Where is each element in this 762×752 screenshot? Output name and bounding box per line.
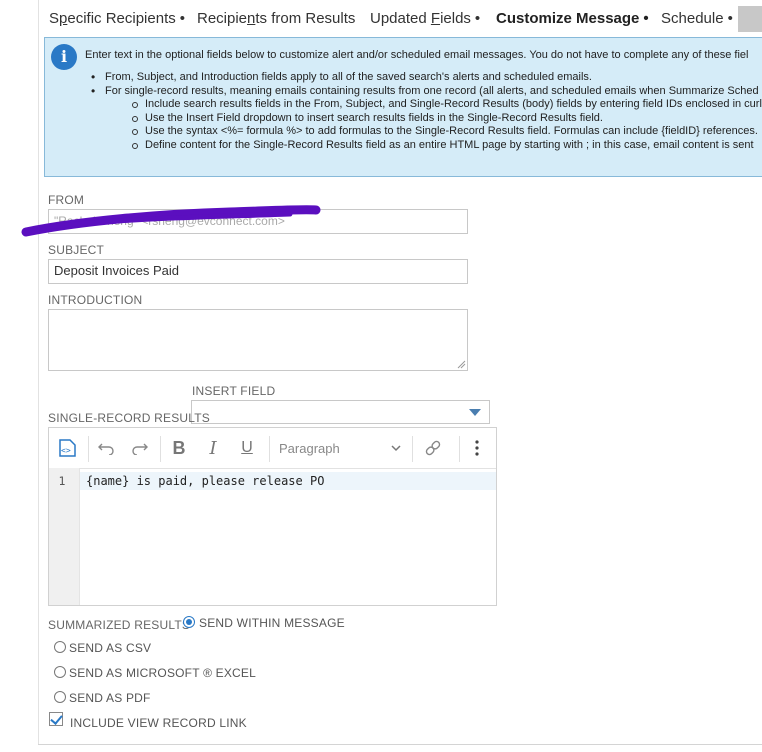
editor-toolbar: <> B I U Paragraph (49, 428, 496, 469)
toolbar-separator (88, 436, 89, 462)
subject-field[interactable]: Deposit Invoices Paid (48, 259, 468, 284)
line-number: 1 (58, 474, 66, 488)
underline-icon[interactable]: U (235, 436, 259, 460)
send-within-message-label: SEND WITHIN MESSAGE (199, 616, 345, 630)
link-icon[interactable] (421, 436, 445, 460)
send-as-pdf-label: SEND AS PDF (69, 691, 151, 705)
bold-icon[interactable]: B (167, 436, 191, 460)
undo-icon[interactable] (95, 436, 117, 460)
include-view-record-link-label: INCLUDE VIEW RECORD LINK (70, 716, 247, 730)
single-record-label: SINGLE-RECORD RESULTS (48, 411, 211, 425)
chevron-down-icon (391, 445, 401, 452)
source-toggle-icon[interactable]: <> (55, 436, 81, 460)
paragraph-format-label: Paragraph (279, 440, 340, 456)
toolbar-separator (412, 436, 413, 462)
code-text[interactable]: {name} is paid, please release PO (86, 474, 324, 488)
send-as-excel-label: SEND AS MICROSOFT ® EXCEL (69, 666, 256, 680)
radio-send-as-csv[interactable] (54, 641, 66, 653)
insert-field-label: INSERT FIELD (192, 384, 276, 398)
subject-label: SUBJECT (48, 243, 105, 257)
insert-field-select[interactable] (191, 400, 490, 424)
radio-send-within-message[interactable] (183, 616, 195, 628)
radio-send-as-pdf[interactable] (54, 691, 66, 703)
chevron-down-icon (469, 409, 481, 416)
toolbar-separator (269, 436, 270, 462)
paragraph-format-dropdown[interactable]: Paragraph (279, 436, 409, 460)
radio-send-as-excel[interactable] (54, 666, 66, 678)
redo-icon[interactable] (129, 436, 151, 460)
send-as-csv-label: SEND AS CSV (69, 641, 152, 655)
svg-text:<>: <> (61, 446, 71, 455)
single-record-editor: <> B I U Paragraph 1 {name} is paid, ple… (48, 427, 497, 606)
line-number-gutter (49, 468, 80, 605)
more-options-icon[interactable] (467, 436, 487, 460)
introduction-field[interactable] (48, 309, 468, 371)
summarized-results-label: SUMMARIZED RESULTS (48, 618, 191, 632)
include-view-record-link-checkbox[interactable] (49, 712, 63, 726)
resize-handle-icon[interactable] (457, 360, 466, 369)
introduction-label: INTRODUCTION (48, 293, 143, 307)
redaction-scribble (21, 205, 321, 237)
italic-icon[interactable]: I (201, 436, 225, 460)
toolbar-separator (459, 436, 460, 462)
toolbar-separator (160, 436, 161, 462)
